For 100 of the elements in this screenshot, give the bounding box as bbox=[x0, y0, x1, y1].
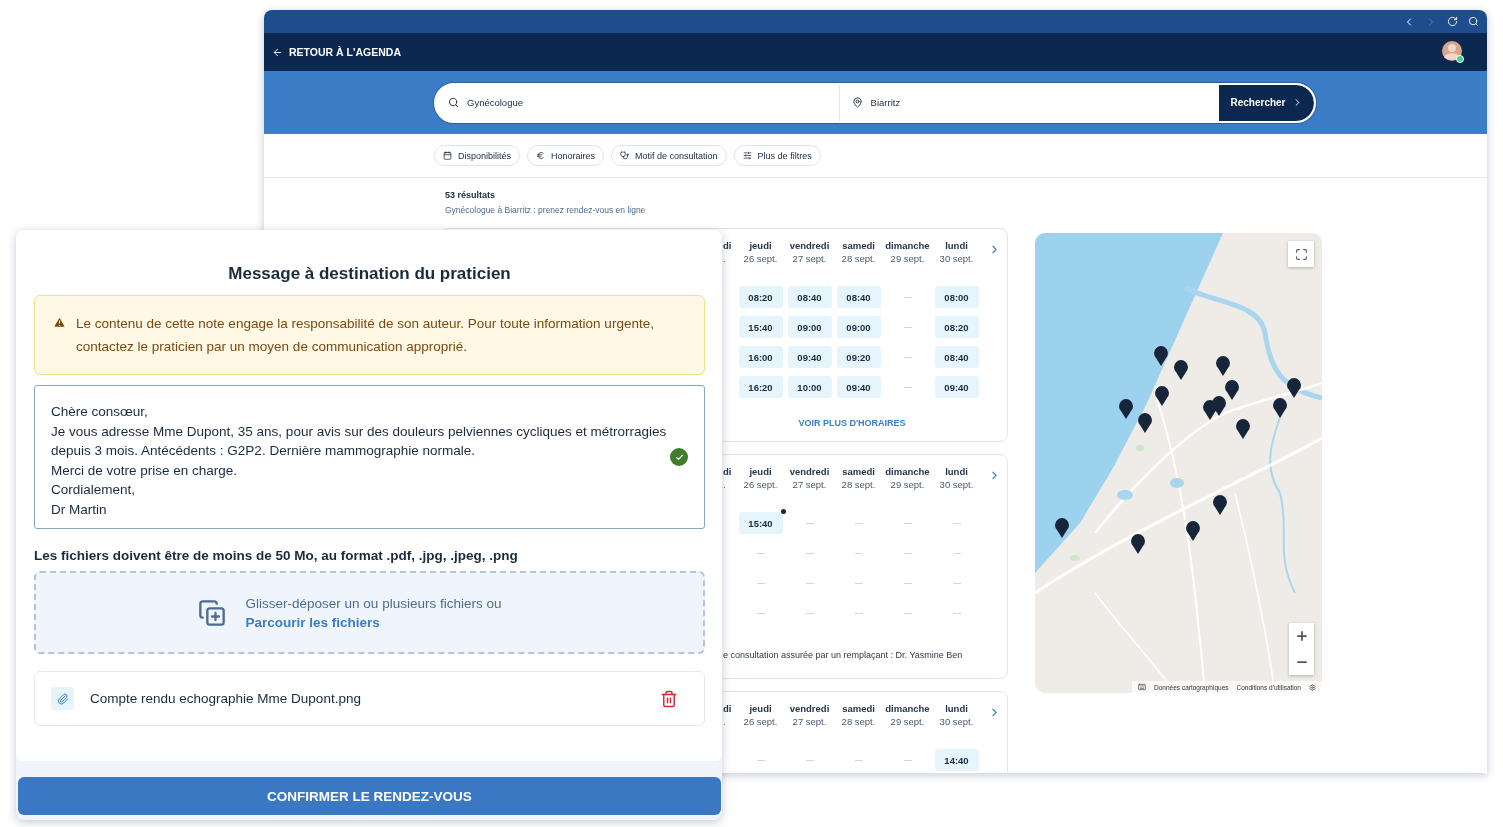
refresh-icon[interactable] bbox=[1447, 16, 1458, 27]
day-date: 30 sept. bbox=[939, 715, 974, 728]
map-pin-icon[interactable] bbox=[1154, 346, 1168, 366]
day-date: 29 sept. bbox=[890, 715, 925, 728]
avatar-icon[interactable] bbox=[1441, 40, 1465, 64]
time-slot-button[interactable]: 08:20 bbox=[738, 286, 783, 308]
settings-icon[interactable] bbox=[1309, 683, 1316, 691]
time-slot-button[interactable]: 09:00 bbox=[836, 316, 881, 338]
empty-slot-dash bbox=[756, 612, 765, 614]
map-pin-icon[interactable] bbox=[1236, 419, 1250, 439]
map-pin-icon[interactable] bbox=[1273, 398, 1287, 418]
empty-slot-dash bbox=[805, 612, 814, 614]
time-slot-button[interactable]: 08:40 bbox=[836, 286, 881, 308]
card-note: e consultation assurée par un remplaçant : Dr. Yasmine Ben bbox=[723, 650, 964, 660]
day-date: 29 sept. bbox=[890, 252, 925, 265]
day-date: . bbox=[723, 252, 726, 265]
message-text: Chère consœur, Je vous adresse Mme Dupont, 35 ans, pour avis sur des douleurs pelviennes cycliques et métrorragies depuis 3 mois. Antécédents : G2P2. Dernière mammographie normale. Merci de votre prise en charge. Cordialement, Dr Martin bbox=[51, 403, 668, 519]
fullscreen-button[interactable] bbox=[1288, 241, 1314, 267]
day-name: samedi bbox=[842, 702, 875, 715]
time-slot-button[interactable]: 08:00 bbox=[934, 286, 979, 308]
day-name: lundi bbox=[945, 702, 968, 715]
day-date: 30 sept. bbox=[939, 252, 974, 265]
time-slot-button[interactable]: 08:40 bbox=[787, 286, 832, 308]
location-field[interactable]: Biarritz bbox=[839, 84, 1219, 121]
time-slot-button[interactable]: 10:00 bbox=[787, 376, 832, 398]
map-pin-icon[interactable] bbox=[1213, 495, 1227, 515]
warning-text: Le contenu de cette note engage la responsabilité de son auteur. Pour toute information urgente, contactez le praticien par un moyen de communication approprié. bbox=[76, 315, 655, 356]
map-pin-icon[interactable] bbox=[1138, 413, 1152, 433]
sliders-icon bbox=[742, 151, 752, 160]
day-name: di bbox=[723, 702, 732, 715]
browse-files-link[interactable]: Parcourir les fichiers bbox=[245, 614, 502, 630]
time-slot-button[interactable]: 09:40 bbox=[836, 376, 881, 398]
empty-slot-dash bbox=[805, 552, 814, 554]
trash-icon bbox=[660, 689, 678, 708]
empty-slot-dash bbox=[952, 582, 961, 584]
file-dropzone[interactable]: Glisser-déposer un ou plusieurs fichiers ou Parcourir les fichiers bbox=[34, 571, 705, 654]
map-pin-icon[interactable] bbox=[1212, 396, 1226, 416]
map-pin-icon[interactable] bbox=[1225, 380, 1239, 400]
empty-slot-dash bbox=[854, 759, 863, 761]
zoom-in-button[interactable] bbox=[1289, 623, 1314, 649]
delete-button[interactable] bbox=[660, 689, 678, 708]
time-slot-button[interactable]: 08:40 bbox=[934, 346, 979, 368]
day-date: 29 sept. bbox=[890, 478, 925, 491]
arrow-left-icon bbox=[272, 46, 283, 58]
filter-chip[interactable]: Plus de filtres bbox=[733, 145, 821, 166]
day-date: 27 sept. bbox=[792, 252, 827, 265]
map-pin-icon[interactable] bbox=[1055, 518, 1069, 538]
time-slot-button[interactable]: 09:40 bbox=[934, 376, 979, 398]
search-button[interactable]: Rechercher bbox=[1219, 84, 1314, 121]
dot-icon bbox=[780, 509, 786, 514]
results-count: 53 résultats bbox=[445, 190, 497, 200]
day-date: . bbox=[723, 478, 726, 491]
day-name: vendredi bbox=[789, 702, 830, 715]
map-pin-icon[interactable] bbox=[1119, 399, 1133, 419]
time-slot-button[interactable]: 15:40 bbox=[738, 512, 783, 534]
day-name: dimanche bbox=[885, 465, 930, 478]
empty-slot-dash bbox=[854, 552, 863, 554]
filter-chip[interactable]: Disponibilités bbox=[434, 145, 521, 166]
stethoscope-icon bbox=[620, 151, 630, 160]
zoom-out-button[interactable] bbox=[1289, 649, 1314, 675]
filter-chip[interactable]: Motif de consultation bbox=[611, 145, 727, 166]
empty-slot-dash bbox=[903, 582, 912, 584]
day-date: 28 sept. bbox=[841, 715, 876, 728]
day-date: 27 sept. bbox=[792, 715, 827, 728]
map-pin-icon[interactable] bbox=[1174, 360, 1188, 380]
specialty-field[interactable]: Gynécologue bbox=[436, 84, 840, 121]
day-name: jeudi bbox=[749, 465, 772, 478]
time-slot-button[interactable]: 16:00 bbox=[738, 346, 783, 368]
day-name: jeudi bbox=[749, 702, 772, 715]
empty-slot-dash bbox=[756, 759, 765, 761]
keyboard-icon[interactable] bbox=[1138, 683, 1147, 691]
empty-slot-dash bbox=[903, 759, 912, 761]
filter-chip[interactable]: Honoraires bbox=[527, 145, 605, 166]
more-times-link[interactable]: VOIR PLUS D'HORAIRES bbox=[798, 418, 906, 428]
dropzone-text: Glisser-déposer un ou plusieurs fichiers ou bbox=[245, 595, 502, 611]
calendar-icon bbox=[443, 151, 452, 160]
map-pin-icon[interactable] bbox=[1155, 386, 1169, 406]
empty-slot-dash bbox=[903, 326, 912, 328]
time-slot-button[interactable]: 09:40 bbox=[787, 346, 832, 368]
day-date: 27 sept. bbox=[792, 478, 827, 491]
time-slot-button[interactable]: 16:20 bbox=[738, 376, 783, 398]
time-slot-button[interactable]: 08:20 bbox=[934, 316, 979, 338]
time-slot-button[interactable]: 15:40 bbox=[738, 316, 783, 338]
map-pin-icon[interactable] bbox=[1186, 521, 1200, 541]
confirm-button[interactable]: CONFIRMER LE RENDEZ-VOUS bbox=[18, 777, 721, 815]
empty-slot-dash bbox=[756, 582, 765, 584]
time-slot-button[interactable]: 09:00 bbox=[787, 316, 832, 338]
empty-slot-dash bbox=[903, 386, 912, 388]
search-icon[interactable] bbox=[1468, 16, 1479, 27]
map-pin-icon[interactable] bbox=[1131, 534, 1145, 554]
empty-slot-dash bbox=[903, 356, 912, 358]
empty-slot-dash bbox=[805, 582, 814, 584]
map-pin-icon[interactable] bbox=[1287, 378, 1301, 398]
map-pin-icon[interactable] bbox=[1216, 356, 1230, 376]
time-slot-button[interactable]: 09:20 bbox=[836, 346, 881, 368]
empty-slot-dash bbox=[854, 522, 863, 524]
day-date: 30 sept. bbox=[939, 478, 974, 491]
time-slot-button[interactable]: 14:40 bbox=[934, 749, 979, 771]
dialog-title: Message à destination du praticien bbox=[227, 264, 512, 284]
message-field[interactable] bbox=[34, 385, 705, 529]
